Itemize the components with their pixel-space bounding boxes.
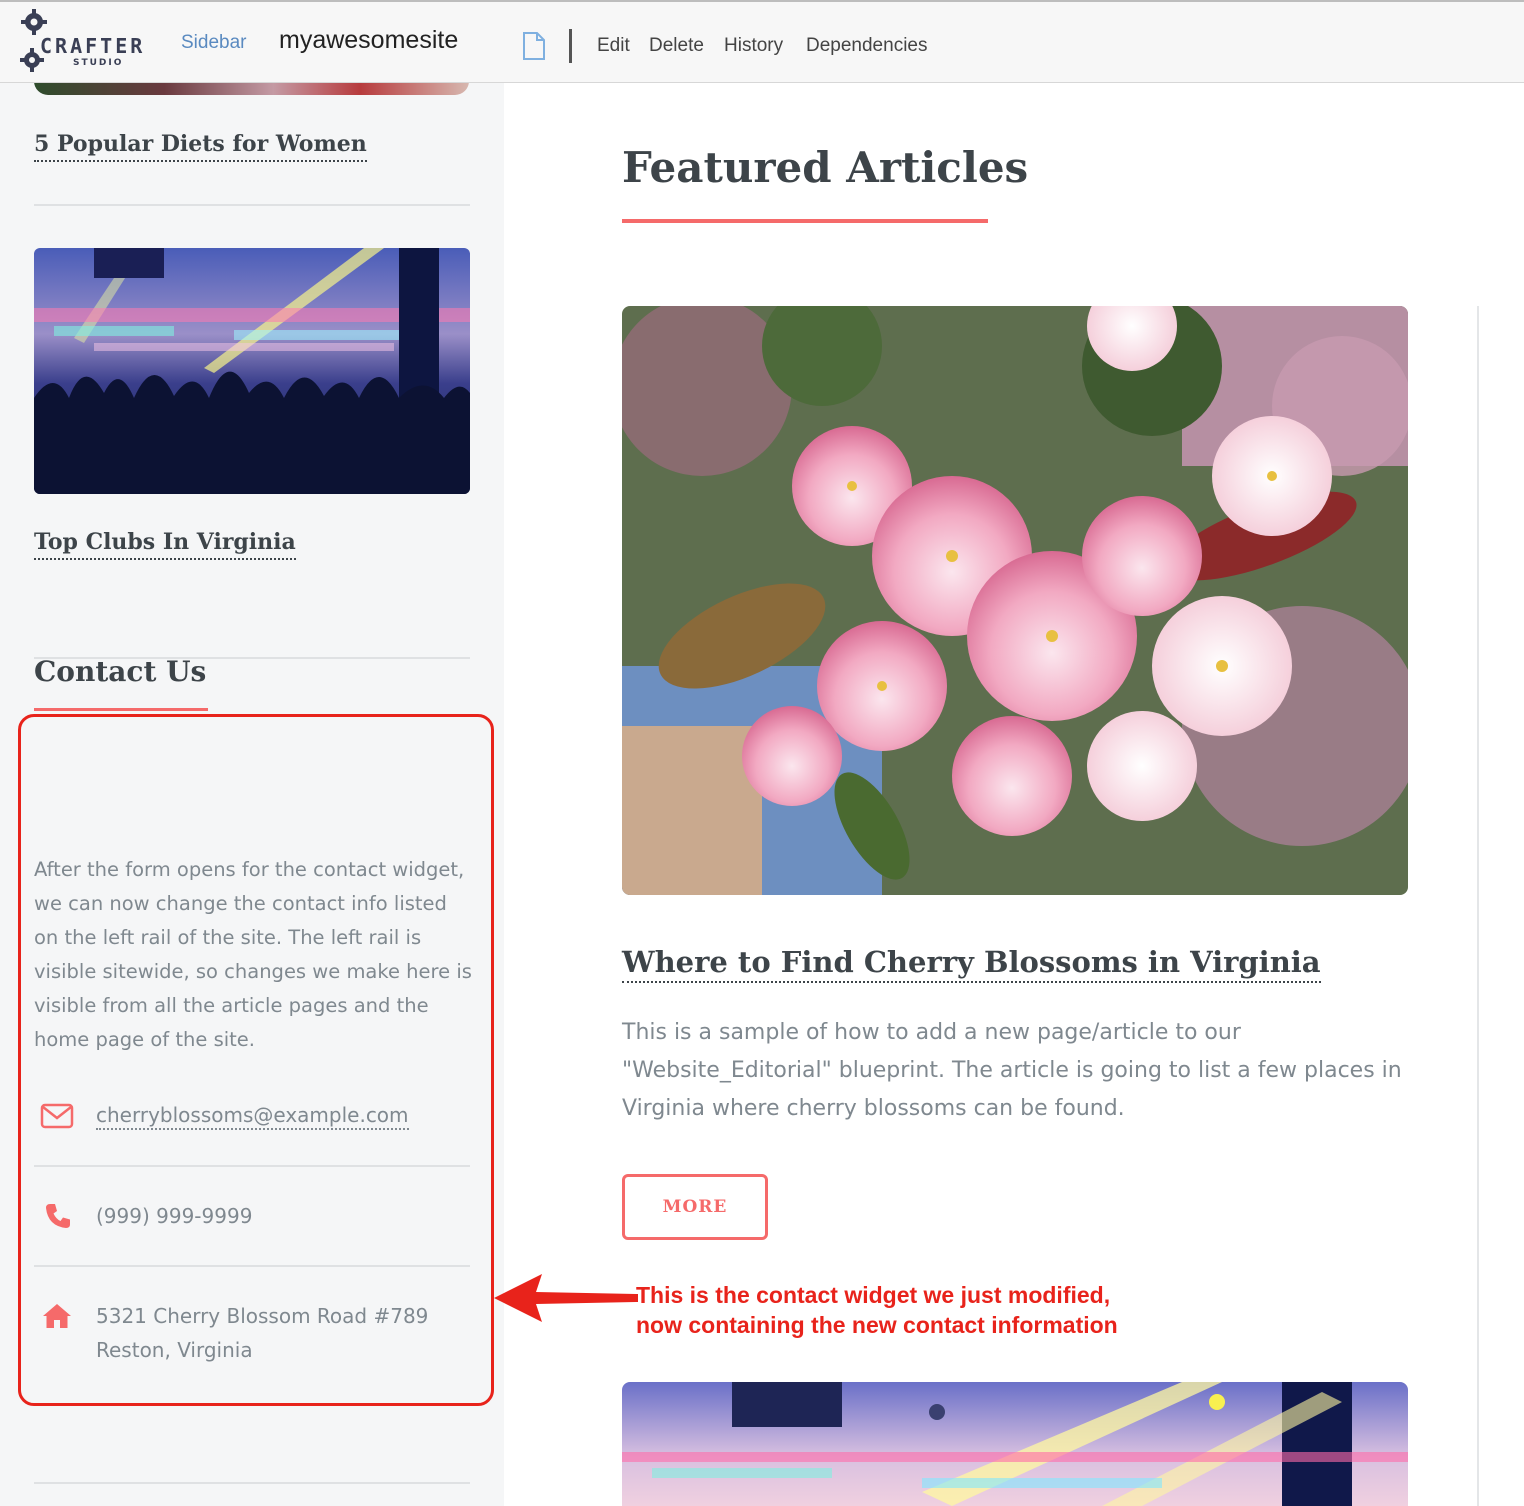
document-icon[interactable]	[522, 32, 546, 60]
crafter-studio-logo[interactable]: CRAFTER STUDIO	[20, 8, 150, 72]
more-button[interactable]: MORE	[622, 1174, 768, 1240]
annotation-highlight-box	[18, 714, 494, 1406]
divider	[34, 1482, 470, 1484]
dependencies-button[interactable]: Dependencies	[806, 35, 927, 57]
annotation-line-2: now containing the new contact informati…	[636, 1312, 1118, 1338]
history-button[interactable]: History	[724, 35, 783, 57]
studio-toolbar: CRAFTER STUDIO Sidebar myawesomesite Edi…	[0, 0, 1524, 83]
sidebar-toggle-link[interactable]: Sidebar	[181, 32, 247, 54]
cherry-blossom-image[interactable]	[622, 306, 1408, 895]
annotation-arrow-icon	[494, 1274, 638, 1322]
annotation-line-1: This is the contact widget we just modif…	[636, 1282, 1111, 1308]
edit-button[interactable]: Edit	[597, 35, 630, 57]
heading-underline	[622, 219, 988, 223]
logo-subtitle: STUDIO	[73, 58, 124, 68]
annotation-note: This is the contact widget we just modif…	[636, 1280, 1118, 1340]
toolbar-divider	[569, 29, 572, 63]
contact-heading: Contact Us	[34, 655, 207, 688]
delete-button[interactable]: Delete	[649, 35, 704, 57]
heading-underline	[34, 708, 208, 711]
content-divider	[1477, 306, 1479, 1506]
featured-article-title-link[interactable]: Where to Find Cherry Blossoms in Virgini…	[622, 945, 1321, 983]
featured-articles-heading: Featured Articles	[622, 143, 1029, 192]
featured-article-summary: This is a sample of how to add a new pag…	[622, 1020, 1402, 1121]
logo-wordmark: CRAFTER	[40, 34, 146, 58]
clubs-featured-image[interactable]	[622, 1382, 1408, 1506]
site-name-selector[interactable]: myawesomesite	[279, 26, 458, 55]
